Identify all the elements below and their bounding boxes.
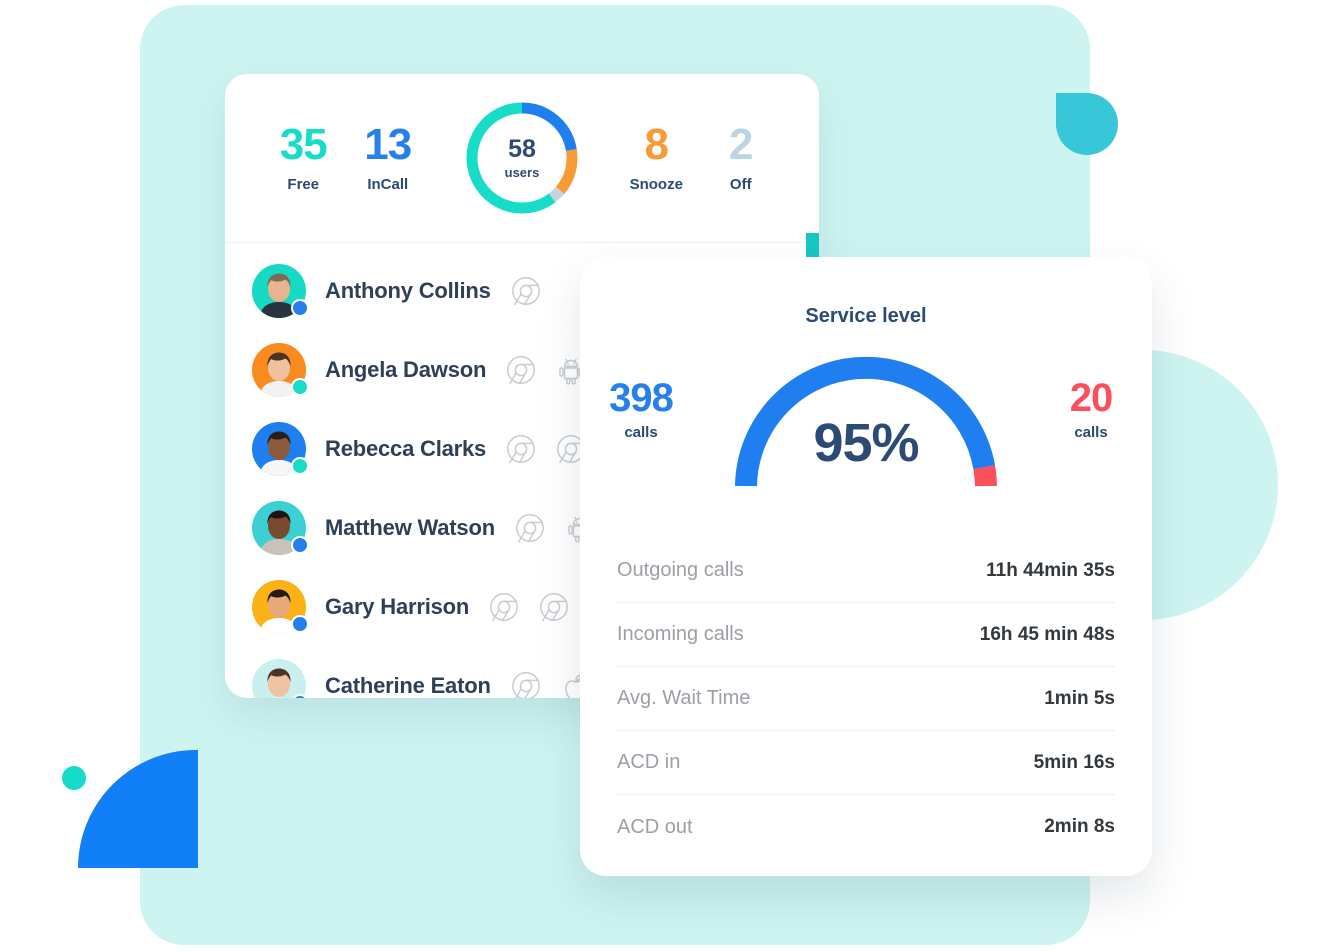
metric-label: ACD out <box>617 815 693 838</box>
missed-calls-label: calls <box>1074 424 1108 441</box>
answered-calls-stat: 398 calls <box>586 378 696 441</box>
metric-label: ACD in <box>617 751 681 773</box>
call-metrics-list: Outgoing calls 11h 44min 35s Incoming call… <box>617 539 1115 859</box>
missed-calls-stat: 20 calls <box>1036 378 1146 441</box>
avatar <box>252 500 309 555</box>
metric-row: Avg. Wait Time 1min 5s <box>617 667 1115 731</box>
metric-value: 11h 44min 35s <box>986 559 1115 581</box>
avatar <box>252 658 309 698</box>
status-summary-row: 35 Free 13 InCall 58 users 8 Snooze 2 Of… <box>225 74 819 242</box>
metric-value: 16h 45 min 48s <box>979 623 1115 645</box>
status-dot <box>291 535 309 554</box>
avatar <box>252 579 309 634</box>
teal-petal-decoration <box>1056 93 1118 155</box>
user-name: Gary Harrison <box>325 593 470 619</box>
stat-free[interactable]: 35 Free <box>261 120 346 194</box>
stat-off-value: 2 <box>729 120 753 169</box>
user-name: Rebecca Clarks <box>325 435 487 461</box>
stat-off[interactable]: 2 Off <box>699 120 784 194</box>
screenshot-root: 35 Free 13 InCall 58 users 8 Snooze 2 Of… <box>0 0 1332 952</box>
stat-off-label: Off <box>729 176 752 193</box>
device-icons <box>504 353 588 387</box>
user-name: Matthew Watson <box>325 514 495 540</box>
stat-snooze[interactable]: 8 Snooze <box>614 120 699 194</box>
stat-free-label: Free <box>287 176 320 193</box>
chrome-icon[interactable] <box>487 590 521 624</box>
metric-value: 2min 8s <box>1044 816 1115 837</box>
blue-quarter-circle-decoration <box>78 750 198 868</box>
status-dot <box>291 298 309 317</box>
chrome-icon[interactable] <box>513 511 547 545</box>
status-dot <box>291 377 309 396</box>
user-status-donut-chart: 58 users <box>464 100 580 216</box>
service-level-card: Service level 398 calls 95% 20 calls Out… <box>580 257 1152 876</box>
stat-incall[interactable]: 13 InCall <box>346 120 431 194</box>
metric-row: Outgoing calls 11h 44min 35s <box>617 539 1115 603</box>
metric-row: ACD in 5min 16s <box>617 731 1115 795</box>
teal-accent-bar <box>806 233 819 258</box>
chrome-icon[interactable] <box>537 590 571 624</box>
avatar <box>252 263 309 318</box>
stat-snooze-value: 8 <box>644 120 669 169</box>
device-icons <box>509 274 543 308</box>
stat-incall-label: InCall <box>367 176 409 193</box>
stat-free-value: 35 <box>279 120 328 169</box>
answered-calls-label: calls <box>624 424 658 441</box>
metric-row: Incoming calls 16h 45 min 48s <box>617 603 1115 667</box>
avatar-image <box>252 658 306 698</box>
status-dot <box>291 456 309 475</box>
chrome-icon[interactable] <box>504 353 538 387</box>
chrome-icon[interactable] <box>509 669 543 698</box>
device-icons <box>504 432 588 466</box>
avatar <box>252 421 309 476</box>
chrome-icon[interactable] <box>509 274 543 308</box>
metric-label: Outgoing calls <box>617 559 744 581</box>
answered-calls-value: 398 <box>609 376 674 420</box>
service-level-percent: 95% <box>813 413 919 473</box>
metric-value: 5min 16s <box>1033 751 1115 773</box>
service-level-gauge: 398 calls 95% 20 calls <box>580 336 1152 501</box>
status-dot <box>291 614 309 633</box>
service-level-title: Service level <box>805 305 927 327</box>
metric-value: 1min 5s <box>1044 687 1115 709</box>
metric-label: Incoming calls <box>617 623 744 645</box>
user-name: Angela Dawson <box>325 356 487 382</box>
user-name: Anthony Collins <box>325 277 491 303</box>
metric-row: ACD out 2min 8s <box>617 795 1115 859</box>
stat-incall-value: 13 <box>364 120 412 169</box>
teal-dot-decoration <box>62 766 86 790</box>
gauge-arc-missed <box>973 465 997 487</box>
missed-calls-value: 20 <box>1069 376 1114 420</box>
avatar <box>252 342 309 397</box>
metric-label: Avg. Wait Time <box>617 687 751 709</box>
chrome-icon[interactable] <box>504 432 538 466</box>
stat-snooze-label: Snooze <box>629 176 683 193</box>
user-name: Catherine Eaton <box>325 672 491 698</box>
